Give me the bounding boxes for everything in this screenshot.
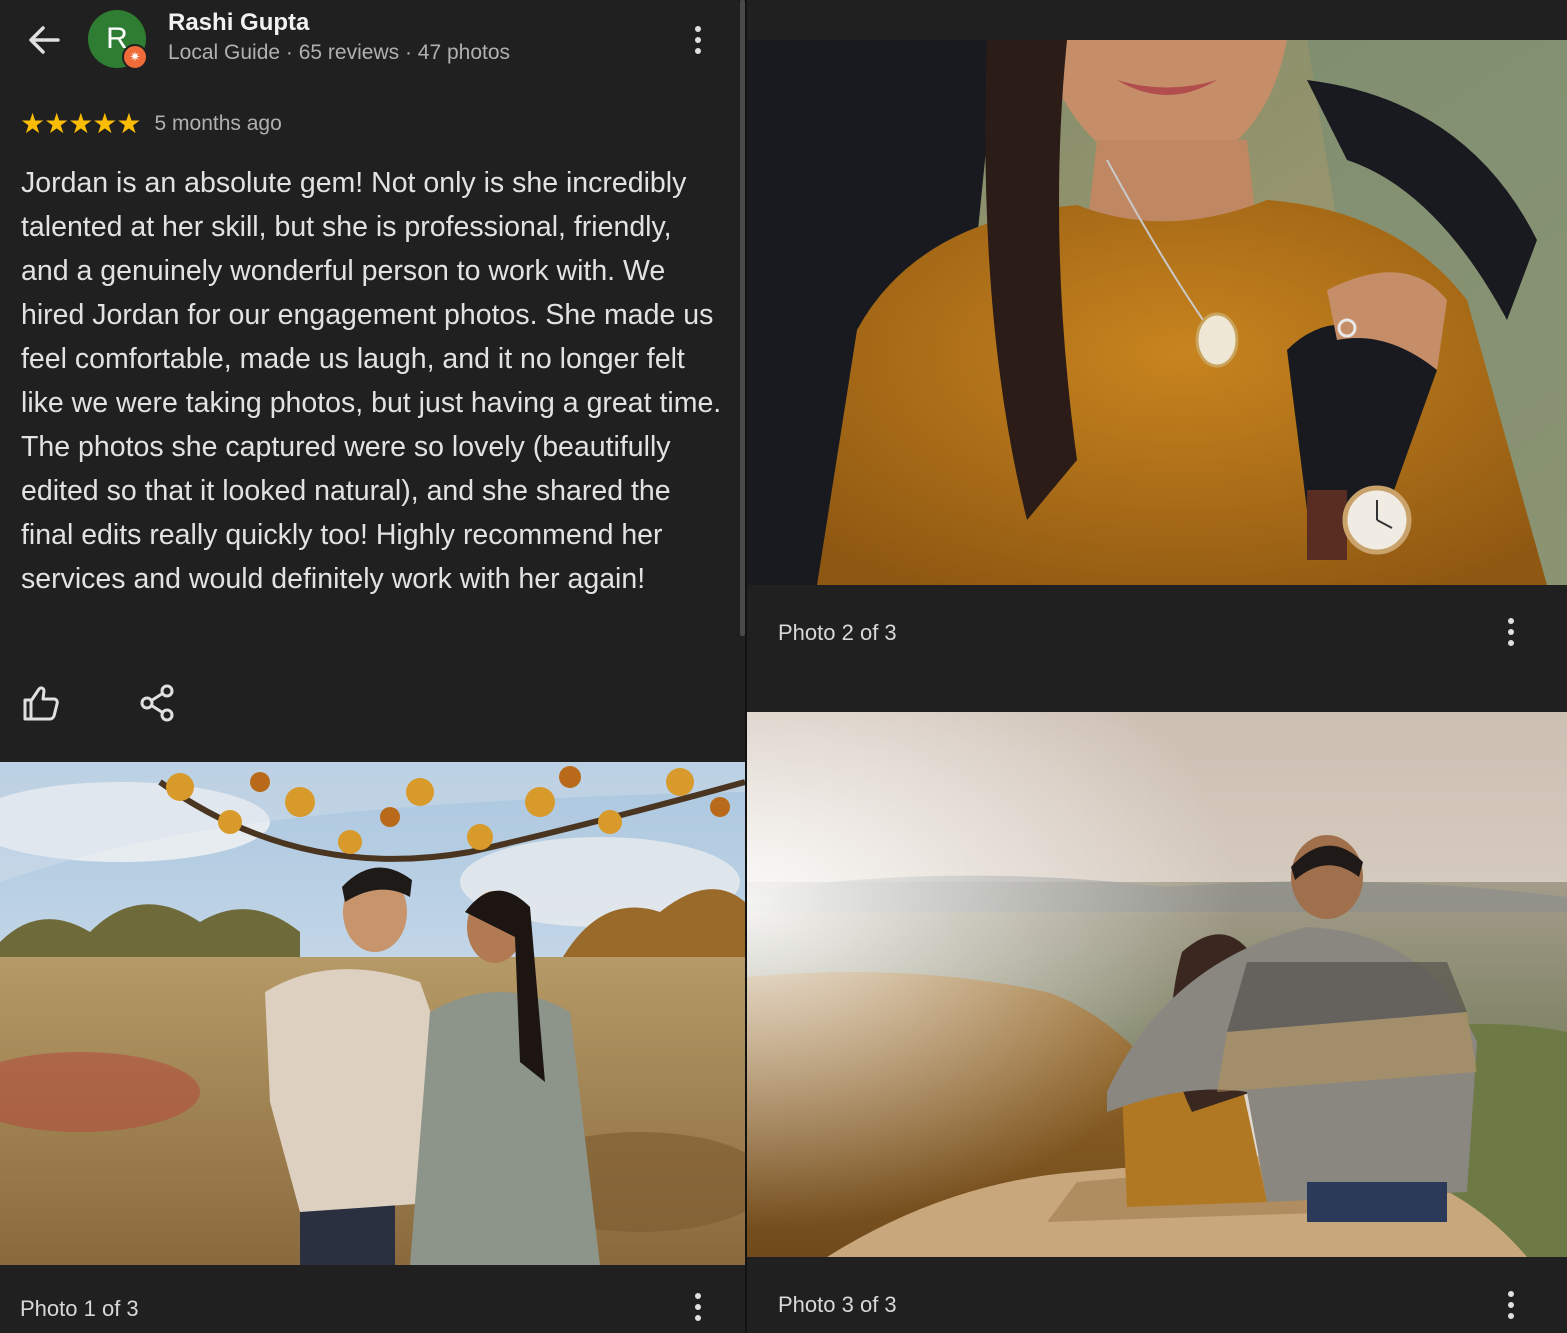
- photo-caption-1: Photo 1 of 3: [20, 1296, 139, 1321]
- like-button[interactable]: [20, 682, 62, 724]
- review-text: Jordan is an absolute gem! Not only is s…: [21, 167, 722, 595]
- photo-couple-overlook: [747, 712, 1567, 1257]
- local-guide-badge-icon: ✷: [122, 44, 148, 70]
- arrow-left-icon: [29, 26, 60, 54]
- reviewer-name[interactable]: Rashi Gupta: [168, 9, 309, 37]
- photo-3-menu-button[interactable]: [1496, 1285, 1526, 1325]
- more-options-button[interactable]: [683, 20, 713, 60]
- photo-caption-2: Photo 2 of 3: [778, 620, 897, 645]
- photo-2-menu-button[interactable]: [1496, 612, 1526, 652]
- photo-couple-field: [0, 762, 745, 1265]
- review-date: 5 months ago: [154, 112, 282, 135]
- avatar[interactable]: R ✷: [88, 10, 148, 70]
- share-icon: [140, 684, 174, 722]
- back-button[interactable]: [22, 18, 66, 62]
- photo-caption-3: Photo 3 of 3: [778, 1292, 897, 1317]
- rating-row: ★★★★★ 5 months ago: [20, 110, 282, 138]
- photo-1-menu-button[interactable]: [683, 1287, 713, 1327]
- review-photo-3[interactable]: [747, 712, 1567, 1257]
- share-button[interactable]: [137, 682, 179, 724]
- review-photo-1[interactable]: [0, 762, 745, 1265]
- photo-couple-closeup: [747, 40, 1567, 585]
- review-photo-2[interactable]: [747, 40, 1567, 585]
- scrollbar[interactable]: [740, 0, 745, 636]
- thumb-up-icon: [23, 686, 59, 721]
- review-panel: R ✷ Rashi Gupta Local Guide · 65 reviews…: [0, 0, 745, 1333]
- star-rating: ★★★★★: [20, 108, 142, 139]
- reviewer-meta: Local Guide · 65 reviews · 47 photos: [168, 41, 511, 64]
- photos-panel: Photo 2 of 3 Photo 3 of 3: [747, 0, 1567, 1333]
